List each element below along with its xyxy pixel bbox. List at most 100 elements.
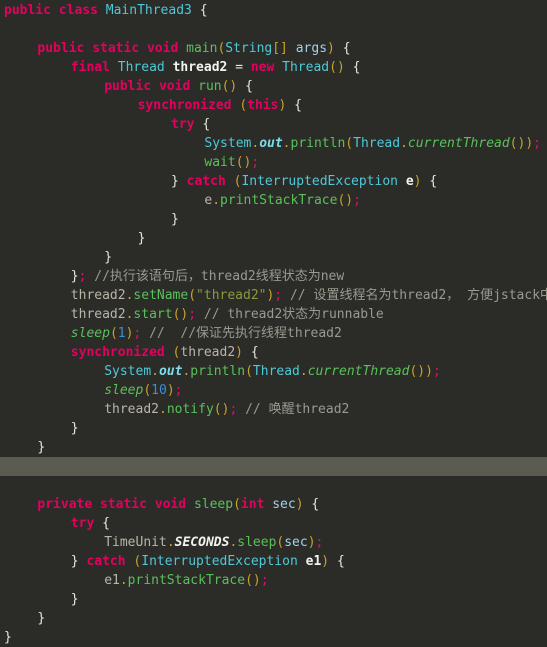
code-token: "thread2": [196, 288, 267, 303]
code-line[interactable]: }: [0, 248, 547, 267]
code-line[interactable]: }; //执行该语句后，thread2线程状态为new: [0, 267, 547, 286]
code-token: }: [37, 611, 46, 626]
code-line[interactable]: public static void main(String[] args) {: [0, 39, 547, 58]
code-token: .: [151, 364, 159, 379]
code-line[interactable]: sleep(1); // //保证先执行线程thread2: [0, 324, 547, 343]
code-line[interactable]: }: [0, 438, 547, 457]
code-line[interactable]: }: [0, 609, 547, 628]
code-line[interactable]: [0, 20, 547, 39]
code-token: void: [154, 497, 187, 512]
code-line[interactable]: } catch (InterruptedException e1) {: [0, 552, 547, 571]
code-line[interactable]: }: [0, 419, 547, 438]
code-token: e1: [104, 573, 120, 588]
code-line[interactable]: }: [0, 210, 547, 229]
code-token: ): [321, 554, 330, 569]
code-line[interactable]: sleep(10);: [0, 381, 547, 400]
code-token: run: [198, 79, 222, 94]
code-token: (: [245, 364, 253, 379]
code-token: ()): [509, 136, 534, 151]
code-line[interactable]: try {: [0, 514, 547, 533]
code-line[interactable]: System.out.println(Thread.currentThread(…: [0, 134, 547, 153]
code-line-caret[interactable]: [0, 457, 547, 476]
code-token: String: [225, 41, 273, 56]
code-line[interactable]: synchronized (this) {: [0, 96, 547, 115]
code-token: {: [294, 98, 302, 113]
code-token: static: [92, 41, 140, 56]
code-token: sleep: [237, 535, 277, 550]
code-line[interactable]: final Thread thread2 = new Thread() {: [0, 58, 547, 77]
code-token: }: [171, 212, 179, 227]
code-token: public: [104, 79, 152, 94]
code-line[interactable]: try {: [0, 115, 547, 134]
code-token: currentThread: [407, 136, 510, 151]
code-token: ;: [260, 573, 269, 588]
code-line[interactable]: e.printStackTrace();: [0, 191, 547, 210]
code-token: {: [102, 516, 110, 531]
code-token: void: [146, 41, 179, 56]
code-line[interactable]: System.out.println(Thread.currentThread(…: [0, 362, 547, 381]
code-line[interactable]: [0, 476, 547, 495]
code-token: (: [188, 288, 197, 303]
code-line[interactable]: }: [0, 628, 547, 647]
code-token: []: [272, 41, 288, 56]
code-line[interactable]: thread2.setName("thread2"); // 设置线程名为thr…: [0, 286, 547, 305]
code-token: // 唤醒thread2: [245, 402, 350, 417]
code-token: (): [172, 307, 189, 322]
code-line[interactable]: e1.printStackTrace();: [0, 571, 547, 590]
code-line[interactable]: thread2.start(); // thread2状态为runnable: [0, 305, 547, 324]
code-line[interactable]: thread2.notify(); // 唤醒thread2: [0, 400, 547, 419]
code-token: wait: [204, 155, 236, 170]
code-token: ;: [274, 288, 283, 303]
code-token: .: [212, 193, 221, 208]
code-token: sec: [284, 535, 308, 550]
code-lines-container[interactable]: public class MainThread3 { public static …: [0, 1, 547, 647]
code-token: private: [37, 497, 93, 512]
code-token: args: [295, 41, 328, 56]
code-line[interactable]: } catch (InterruptedException e) {: [0, 172, 547, 191]
code-line[interactable]: TimeUnit.SECONDS.sleep(sec);: [0, 533, 547, 552]
code-token: }: [4, 630, 12, 645]
code-token: try: [70, 516, 95, 531]
code-token: (): [235, 155, 252, 170]
code-token: }: [37, 440, 46, 455]
code-token: //执行该语句后，thread2线程状态为new: [94, 269, 345, 284]
code-token: thread2: [180, 345, 236, 360]
code-line[interactable]: public class MainThread3 {: [0, 1, 547, 20]
code-token: (): [213, 402, 230, 417]
code-token: // thread2状态为runnable: [203, 307, 384, 322]
code-line[interactable]: wait();: [0, 153, 547, 172]
code-token: ): [307, 535, 316, 550]
code-line[interactable]: private static void sleep(int sec) {: [0, 495, 547, 514]
code-token: static: [100, 497, 147, 512]
code-token: }: [70, 592, 79, 607]
code-token: {: [429, 174, 438, 189]
code-token: (): [337, 193, 354, 208]
code-editor-view[interactable]: public class MainThread3 { public static …: [0, 0, 547, 645]
code-line[interactable]: }: [0, 590, 547, 609]
code-token: Thread: [353, 136, 401, 151]
code-token: {: [250, 345, 259, 360]
code-line[interactable]: }: [0, 229, 547, 248]
code-line[interactable]: synchronized (thread2) {: [0, 343, 547, 362]
code-token: // 设置线程名为thread2， 方便jstack中查看: [289, 288, 547, 303]
code-token: .: [400, 136, 408, 151]
code-line[interactable]: public void run() {: [0, 77, 547, 96]
code-token: (): [329, 60, 345, 75]
code-token: notify: [166, 402, 214, 417]
code-token: catch: [86, 554, 126, 569]
code-token: sec: [272, 497, 296, 512]
